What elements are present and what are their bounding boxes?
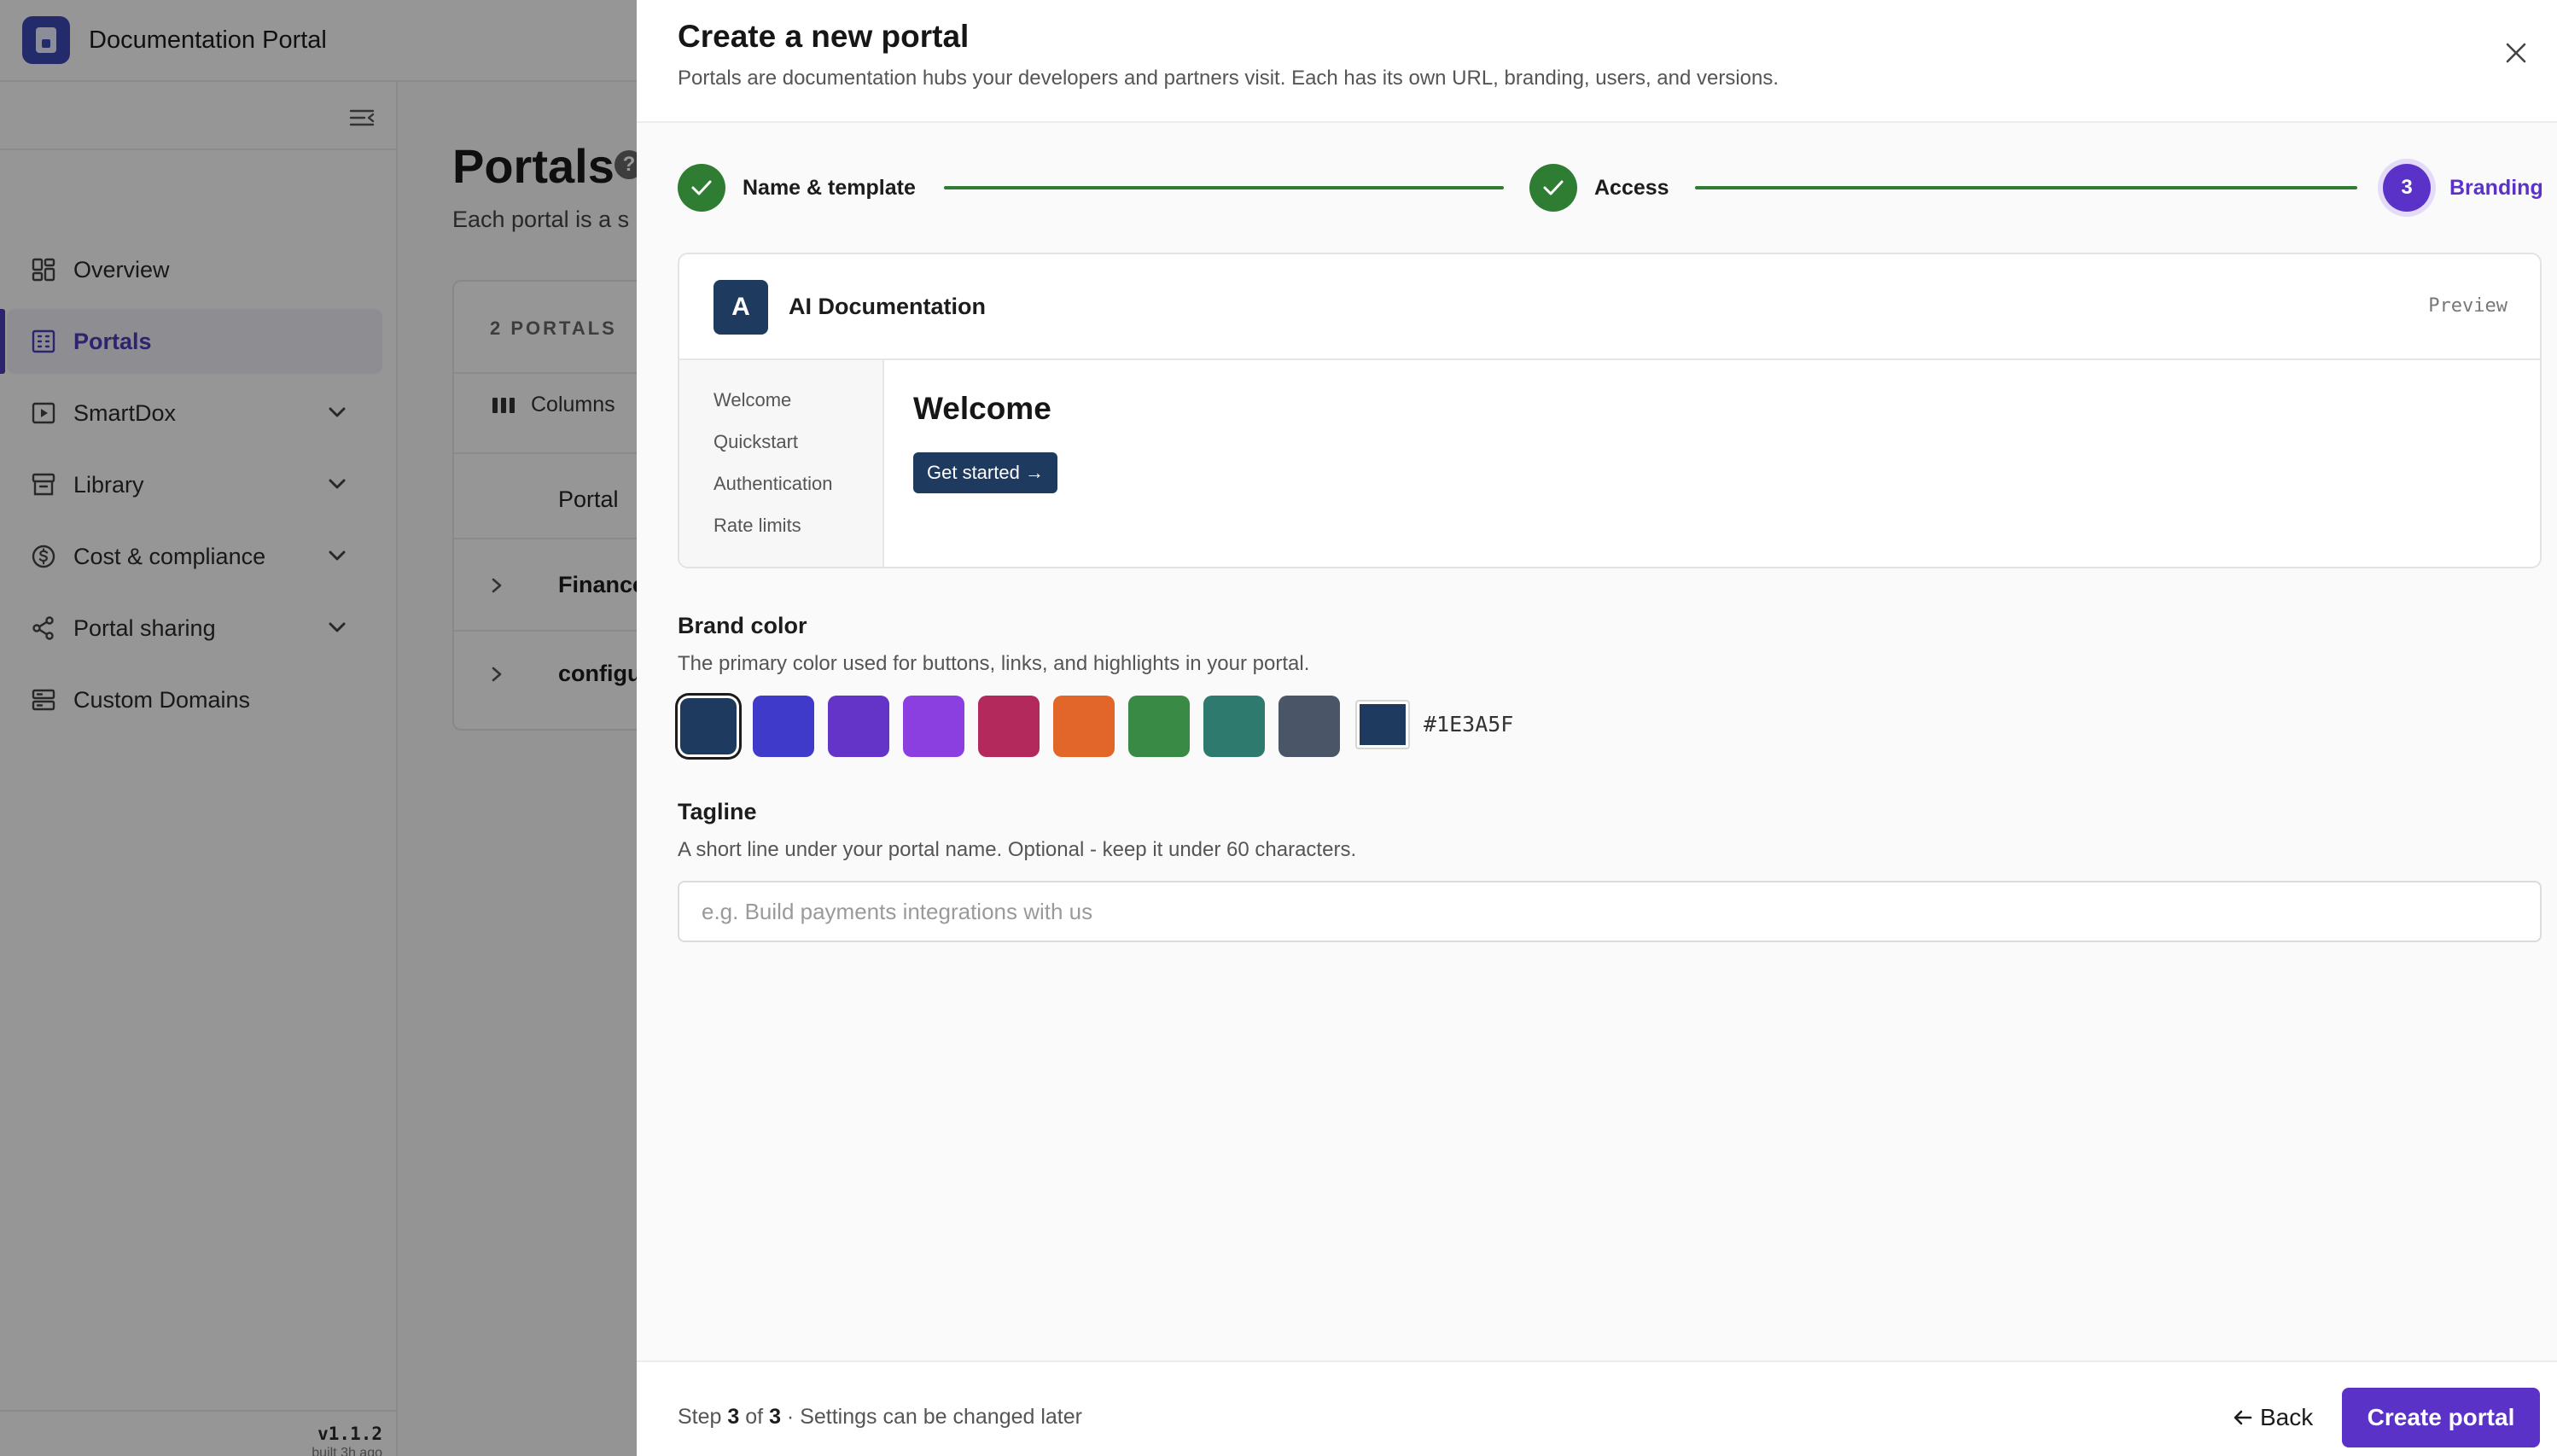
step-3-label: Branding — [2449, 176, 2543, 200]
color-swatch[interactable] — [1203, 696, 1265, 757]
custom-color-picker[interactable] — [1355, 700, 1410, 749]
preview-nav-item: Authentication — [714, 473, 833, 494]
step-2-check-icon — [1529, 164, 1577, 212]
preview-nav-item: Welcome — [714, 389, 792, 411]
create-portal-button[interactable]: Create portal — [2342, 1388, 2540, 1447]
brand-color-description: The primary color used for buttons, link… — [678, 652, 1310, 675]
tagline-description: A short line under your portal name. Opt… — [678, 838, 1357, 861]
color-swatch[interactable] — [903, 696, 964, 757]
drawer-title: Create a new portal — [678, 19, 970, 54]
brand-color-hex: #1E3A5F — [1424, 712, 1514, 737]
drawer-body: Name & template Access 3 Branding A AI D… — [637, 123, 2557, 1360]
brand-color-label: Brand color — [678, 613, 807, 638]
color-swatch[interactable] — [978, 696, 1040, 757]
color-swatch[interactable] — [1053, 696, 1115, 757]
preview-avatar: A — [714, 280, 768, 335]
drawer-footer-divider — [637, 1360, 2557, 1362]
color-swatches — [678, 695, 1354, 758]
portal-preview: A AI Documentation Preview Welcome Quick… — [678, 253, 2542, 568]
preview-nav-item: Quickstart — [714, 431, 799, 452]
step-suffix: · Settings can be changed later — [786, 1405, 1082, 1429]
step-prefix: Step — [678, 1405, 722, 1429]
preview-nav-item: Rate limits — [714, 515, 801, 536]
color-swatch[interactable] — [680, 698, 737, 754]
step-progress-text: Step 3 of 3 · Settings can be changed la… — [678, 1405, 1082, 1430]
step-1-check-icon — [678, 164, 725, 212]
step-of: of — [745, 1405, 764, 1429]
arrow-left-icon — [2233, 1408, 2253, 1427]
preview-divider — [679, 358, 2540, 360]
step-total: 3 — [769, 1405, 781, 1429]
tagline-input[interactable] — [678, 881, 2542, 942]
close-icon[interactable] — [2502, 39, 2530, 67]
preview-cta-button: Get started → — [913, 452, 1057, 493]
preview-tag: Preview — [2428, 295, 2507, 317]
drawer-description: Portals are documentation hubs your deve… — [678, 67, 1779, 90]
custom-color-fill — [1360, 704, 1406, 745]
step-connector — [944, 186, 1504, 189]
tagline-label: Tagline — [678, 799, 757, 824]
step-3-indicator: 3 — [2383, 164, 2431, 212]
color-swatch[interactable] — [1128, 696, 1190, 757]
color-swatch[interactable] — [1278, 696, 1340, 757]
preview-sidebar: Welcome Quickstart Authentication Rate l… — [679, 360, 884, 567]
preview-heading: Welcome — [913, 391, 1051, 426]
step-current: 3 — [727, 1405, 740, 1429]
step-connector — [1695, 186, 2357, 189]
back-button-label: Back — [2260, 1404, 2314, 1430]
back-button[interactable]: Back — [2233, 1396, 2313, 1439]
color-swatch[interactable] — [828, 696, 889, 757]
color-swatch[interactable] — [753, 696, 814, 757]
step-1-label: Name & template — [743, 176, 916, 200]
step-2-label: Access — [1594, 176, 1669, 200]
preview-portal-name: AI Documentation — [789, 294, 987, 319]
create-portal-drawer: Create a new portal Portals are document… — [637, 0, 2557, 1456]
